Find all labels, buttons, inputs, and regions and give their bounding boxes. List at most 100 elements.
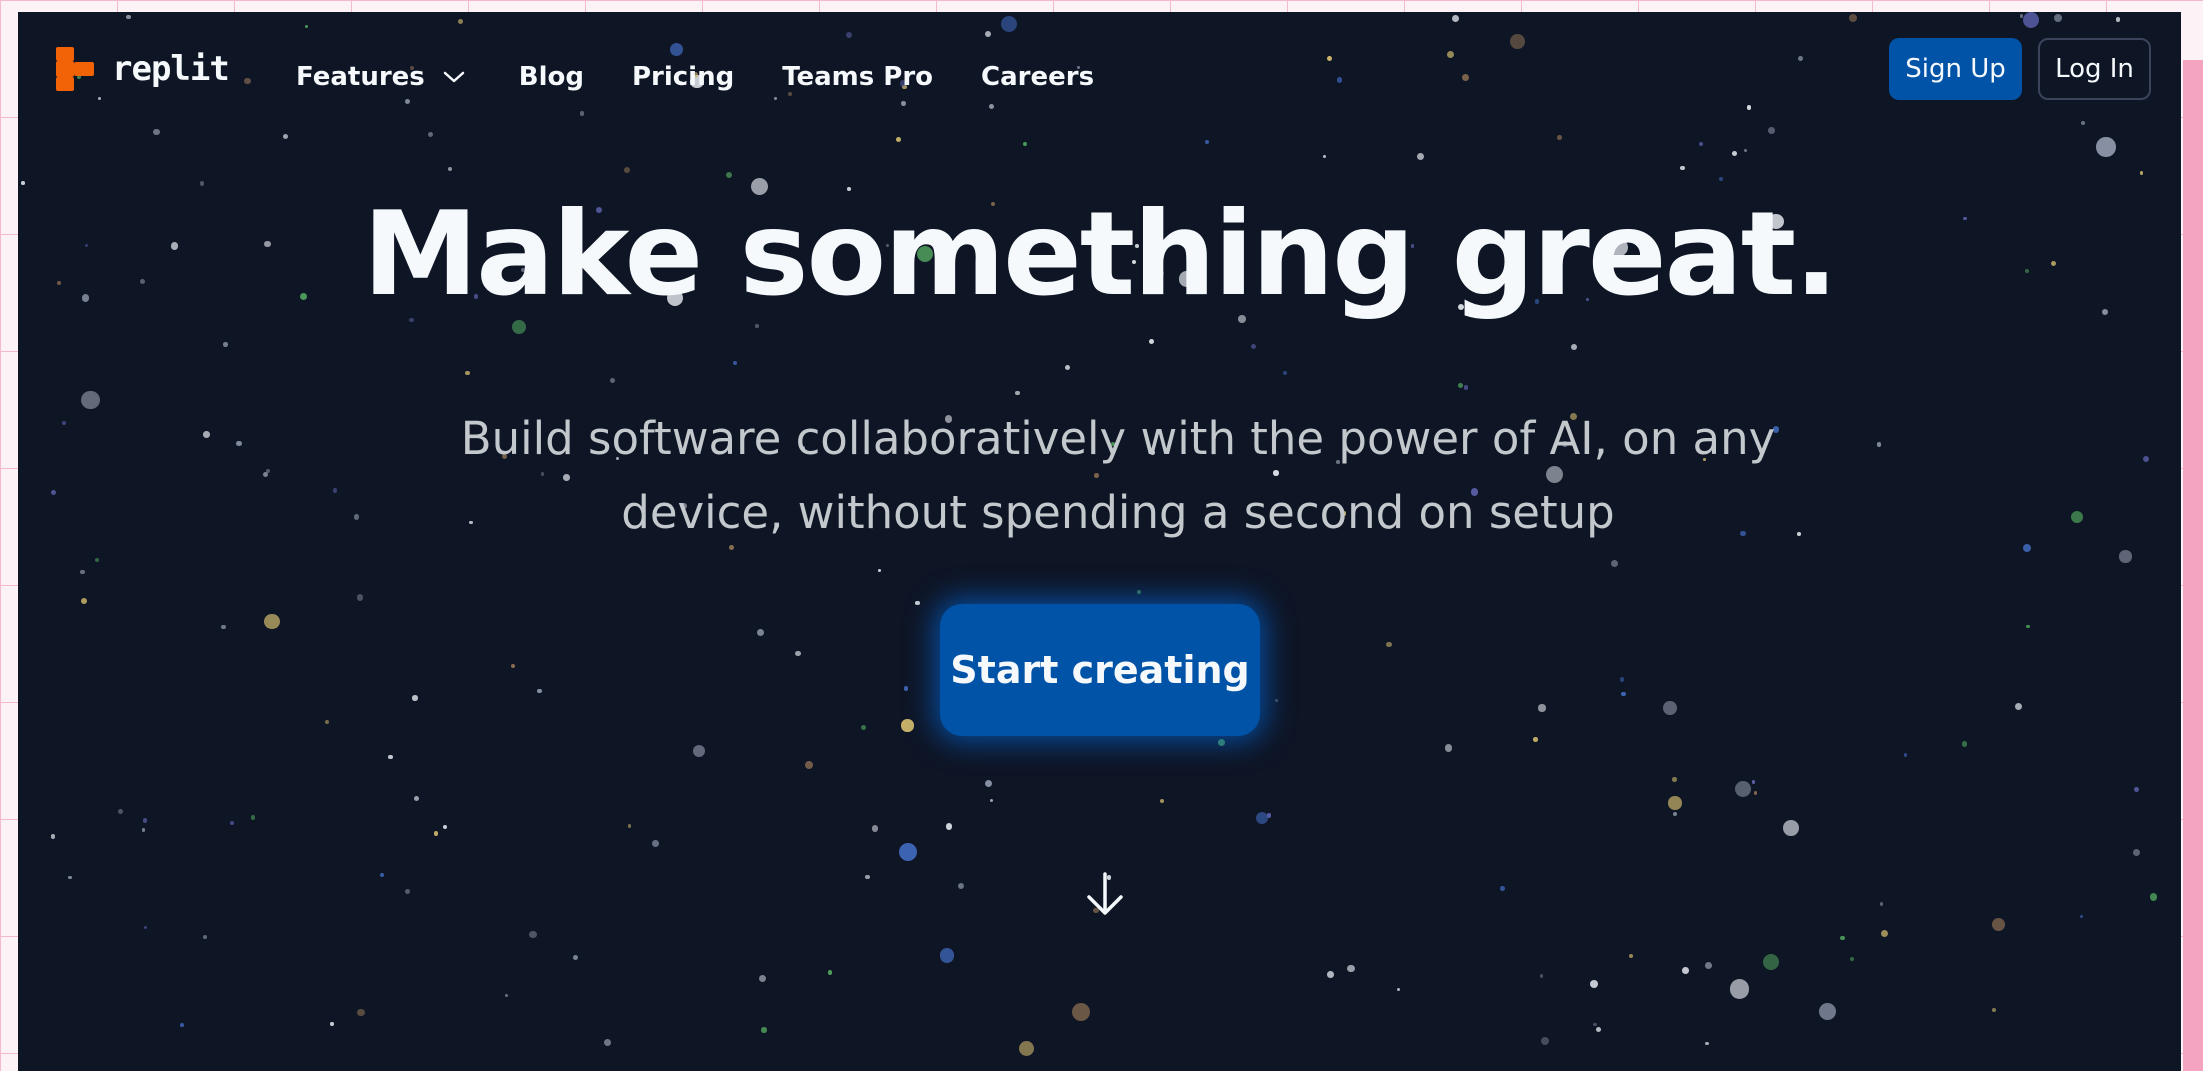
start-creating-button[interactable]: Start creating <box>940 604 1260 736</box>
star-dot <box>755 324 759 329</box>
nav-item-careers[interactable]: Careers <box>981 62 1094 92</box>
star-dot <box>1018 1041 1034 1057</box>
star-dot <box>282 134 289 140</box>
star-dot <box>1218 738 1225 746</box>
star-dot <box>1767 127 1775 135</box>
star-dot <box>1876 442 1882 447</box>
star-dot <box>203 431 210 438</box>
star-dot <box>1619 677 1625 682</box>
star-dot <box>1593 1022 1597 1027</box>
star-dot <box>1347 965 1355 973</box>
star-dot <box>1734 780 1751 797</box>
arrow-down-icon[interactable] <box>1079 868 1131 920</box>
nav-teams-pro-label: Teams Pro <box>782 62 934 92</box>
page-edge-strip <box>2183 60 2203 1071</box>
star-dot <box>1783 820 1799 836</box>
star-dot <box>1746 105 1752 110</box>
nav-features-label: Features <box>296 62 425 92</box>
star-dot <box>1451 15 1460 23</box>
nav-item-teams-pro[interactable]: Teams Pro <box>782 62 933 92</box>
star-dot <box>1672 777 1677 782</box>
star-dot <box>1672 811 1678 817</box>
chevron-down-icon <box>443 71 465 83</box>
hero-subtitle-line-2: device, without spending a second on set… <box>621 486 1615 539</box>
star-dot <box>1538 704 1546 712</box>
star-dot <box>98 96 102 101</box>
hero-section: replit Features Blog Pricing Teams Pro C… <box>18 12 2181 1071</box>
star-dot <box>1541 1036 1549 1045</box>
star-dot <box>404 889 410 895</box>
star-dot <box>1064 365 1070 371</box>
star-dot <box>1682 967 1689 974</box>
star-dot <box>141 828 146 832</box>
star-dot <box>1327 56 1332 62</box>
log-in-button[interactable]: Log In <box>2038 38 2151 100</box>
star-dot <box>244 77 251 85</box>
hero-title: Make something great. <box>362 187 1839 322</box>
star-dot <box>579 111 585 116</box>
star-dot <box>1610 559 1618 568</box>
nav-item-features[interactable]: Features <box>296 62 465 92</box>
star-dot <box>2116 17 2121 22</box>
hero-subtitle-line-1: Build software collaboratively with the … <box>460 412 1776 465</box>
star-dot <box>80 390 100 410</box>
star-dot <box>388 754 393 760</box>
nav-item-blog[interactable]: Blog <box>519 62 584 92</box>
star-dot <box>529 930 538 939</box>
star-dot <box>2134 787 2140 793</box>
star-dot <box>1961 740 1968 747</box>
star-dot <box>1571 344 1578 351</box>
star-dot <box>2080 914 2084 918</box>
star-dot <box>1072 1003 1091 1022</box>
star-dot <box>2070 510 2084 524</box>
star-dot <box>1250 344 1256 350</box>
star-dot <box>200 181 205 186</box>
star-dot <box>2053 13 2062 22</box>
star-dot <box>726 171 733 178</box>
star-dot <box>788 92 792 96</box>
star-dot <box>356 594 364 601</box>
star-dot <box>2149 893 2158 901</box>
star-dot <box>804 761 813 770</box>
star-dot <box>1205 140 1210 145</box>
star-dot <box>985 779 993 787</box>
star-dot <box>21 181 25 185</box>
star-dot <box>958 883 965 890</box>
star-dot <box>458 19 464 25</box>
replit-logo[interactable]: replit <box>56 47 230 91</box>
star-dot <box>989 798 993 802</box>
star-dot <box>604 1039 612 1046</box>
star-dot <box>330 1022 334 1026</box>
star-dot <box>1282 370 1288 375</box>
star-dot <box>304 25 308 29</box>
star-dot <box>230 821 235 826</box>
nav-blog-label: Blog <box>518 62 584 92</box>
star-dot <box>1595 1026 1601 1032</box>
nav-pricing-label: Pricing <box>631 62 735 92</box>
star-dot <box>1510 34 1525 49</box>
star-dot <box>773 96 777 101</box>
star-dot <box>50 834 56 839</box>
star-dot <box>1327 971 1334 978</box>
nav-item-pricing[interactable]: Pricing <box>632 62 734 92</box>
sign-up-button[interactable]: Sign Up <box>1889 38 2022 100</box>
star-dot <box>1663 701 1678 715</box>
star-dot <box>126 14 131 20</box>
star-dot <box>1337 77 1343 83</box>
star-dot <box>152 128 160 136</box>
star-dot <box>356 1008 365 1017</box>
star-dot <box>1463 385 1468 390</box>
star-dot <box>353 513 360 520</box>
star-dot <box>2139 171 2144 176</box>
star-dot <box>609 378 615 384</box>
star-dot <box>1798 56 1804 61</box>
star-dot <box>861 724 867 730</box>
star-dot <box>2015 703 2023 711</box>
star-dot <box>1533 736 1538 742</box>
star-dot <box>1500 886 1505 891</box>
star-dot <box>264 613 280 630</box>
star-dot <box>1148 339 1154 344</box>
star-dot <box>573 954 579 960</box>
star-dot <box>380 872 385 877</box>
star-dot <box>915 600 920 606</box>
